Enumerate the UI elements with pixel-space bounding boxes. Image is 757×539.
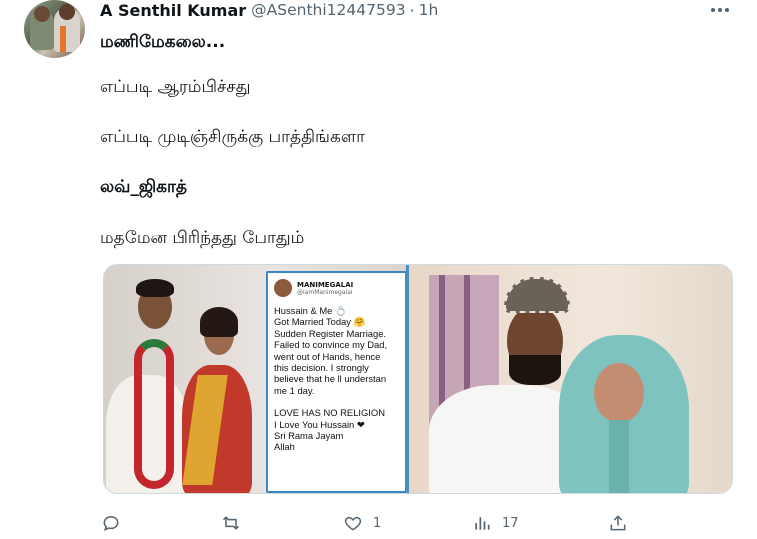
tweet-media[interactable]: MANIMEGALAI @iamManimegalai Hussain & Me… — [103, 264, 733, 494]
share-icon — [610, 515, 626, 531]
tweet-line-4: லவ்_ஜிகாத் — [100, 177, 187, 197]
couple-photo — [409, 265, 732, 493]
reply-button[interactable] — [101, 510, 131, 536]
like-count: 1 — [373, 515, 382, 531]
tweet-line-2: எப்படி ஆரம்பிச்சது — [100, 77, 251, 97]
views-count: 17 — [502, 515, 519, 531]
reply-icon — [103, 515, 119, 532]
retweet-button[interactable] — [221, 510, 251, 536]
author-handle[interactable]: @ASenthi12447593 — [251, 1, 405, 19]
tweet[interactable]: A Senthil Kumar @ASenthi12447593 · 1h மண… — [0, 0, 757, 539]
tweet-line-1: மணிமேகலை... — [100, 32, 226, 52]
like-button[interactable]: 1 — [343, 510, 381, 536]
share-button[interactable] — [608, 510, 628, 536]
avatar[interactable] — [24, 0, 85, 58]
tweet-header: A Senthil Kumar @ASenthi12447593 · 1h — [100, 0, 438, 20]
instagram-post-screenshot: MANIMEGALAI @iamManimegalai Hussain & Me… — [266, 271, 407, 493]
wedding-photo: MANIMEGALAI @iamManimegalai Hussain & Me… — [104, 265, 407, 493]
tweet-line-3: எப்படி முடிஞ்சிருக்கு பாத்திங்களா — [100, 127, 366, 147]
views-button[interactable]: 17 — [472, 510, 519, 536]
like-icon — [344, 516, 362, 531]
author-name[interactable]: A Senthil Kumar — [100, 1, 246, 20]
more-icon[interactable] — [708, 2, 732, 18]
retweet-icon — [222, 516, 240, 530]
post-avatar — [274, 279, 292, 297]
views-icon — [475, 517, 490, 530]
tweet-time[interactable]: 1h — [419, 1, 439, 19]
separator: · — [409, 0, 415, 20]
tweet-actions: 1 17 — [0, 510, 757, 536]
post-text: Hussain & Me 💍 Got Married Today 🤗 Sudde… — [274, 305, 388, 453]
post-name: MANIMEGALAI — [297, 280, 354, 289]
post-handle: @iamManimegalai — [297, 288, 353, 296]
tweet-line-5: மதமேன பிரிந்தது போதும் — [100, 228, 305, 248]
